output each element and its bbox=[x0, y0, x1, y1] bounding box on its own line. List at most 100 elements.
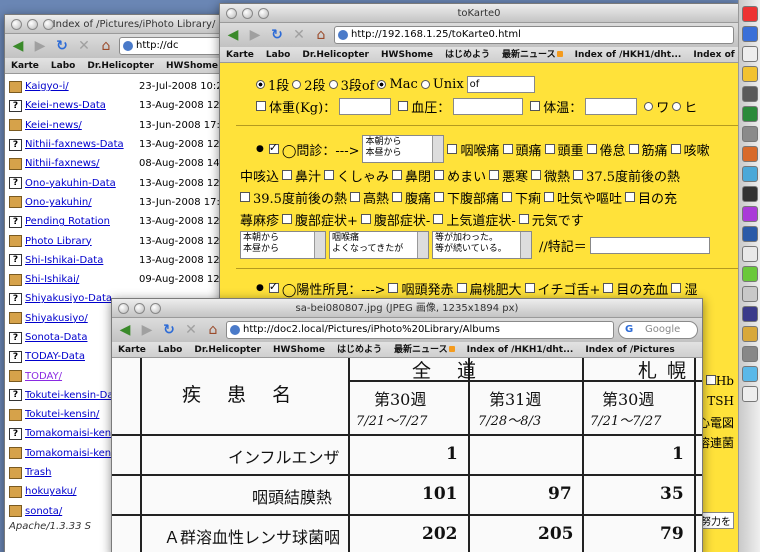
bookmark-item[interactable]: Index of /HKH1/dht... bbox=[467, 342, 574, 357]
reload-icon[interactable]: ↻ bbox=[53, 37, 71, 55]
forward-icon[interactable]: ▶ bbox=[31, 37, 49, 55]
directory-link[interactable]: Keiei-news-Data bbox=[25, 100, 137, 111]
dock-app-icon[interactable] bbox=[741, 206, 758, 222]
dock-app-icon[interactable] bbox=[741, 26, 758, 42]
bookmark-item[interactable]: 最新ニュース bbox=[502, 47, 563, 62]
minimize-button[interactable] bbox=[242, 8, 253, 19]
directory-link[interactable]: Nithii-faxnews/ bbox=[25, 158, 137, 169]
bookmark-item[interactable]: Labo bbox=[51, 58, 75, 73]
minimize-button[interactable] bbox=[134, 303, 145, 314]
directory-link[interactable]: Shi-Ishikai-Data bbox=[25, 255, 137, 266]
address-bar[interactable]: http://doc2.local/Pictures/iPhoto%20Libr… bbox=[226, 321, 614, 339]
findings-checkbox[interactable] bbox=[268, 280, 279, 293]
radio-mac[interactable] bbox=[377, 79, 387, 89]
dock-app-icon[interactable] bbox=[741, 166, 758, 182]
option-checkbox[interactable] bbox=[360, 214, 371, 224]
directory-link[interactable]: Kaigyo-i/ bbox=[25, 81, 137, 92]
option-checkbox[interactable] bbox=[524, 283, 535, 293]
dock-app-icon[interactable] bbox=[741, 186, 758, 202]
option-checkbox[interactable] bbox=[240, 192, 250, 202]
monshin-checkbox[interactable] bbox=[268, 141, 279, 154]
back-icon[interactable]: ◀ bbox=[9, 37, 27, 55]
option-checkbox[interactable] bbox=[586, 144, 597, 154]
dock-app-icon[interactable] bbox=[741, 246, 758, 262]
bookmark-item[interactable]: Index of /Pictures bbox=[585, 342, 674, 357]
reload-icon[interactable]: ↻ bbox=[268, 26, 286, 44]
bookmark-item[interactable]: HWShome bbox=[273, 342, 325, 357]
directory-link[interactable]: Photo Library bbox=[25, 236, 137, 247]
search-input[interactable]: Google bbox=[618, 321, 698, 339]
dock-app-icon[interactable] bbox=[741, 346, 758, 362]
option-checkbox[interactable] bbox=[388, 283, 399, 293]
zoom-button[interactable] bbox=[258, 8, 269, 19]
forward-icon[interactable]: ▶ bbox=[246, 26, 264, 44]
option-input[interactable]: of bbox=[466, 75, 535, 93]
directory-link[interactable]: Pending Rotation bbox=[25, 216, 137, 227]
bookmark-item[interactable]: はじめよう bbox=[337, 342, 382, 357]
hb-checkbox[interactable] bbox=[705, 375, 716, 385]
option-checkbox[interactable] bbox=[391, 192, 402, 202]
bookmark-item[interactable]: Dr.Helicopter bbox=[302, 47, 369, 62]
bookmark-item[interactable]: Karte bbox=[226, 47, 254, 62]
radio-1dan[interactable] bbox=[256, 79, 265, 89]
option-checkbox[interactable] bbox=[447, 144, 458, 154]
dock-app-icon[interactable] bbox=[741, 226, 758, 242]
reload-icon[interactable]: ↻ bbox=[160, 321, 178, 339]
option-checkbox[interactable] bbox=[544, 192, 555, 202]
bp-checkbox[interactable] bbox=[398, 101, 409, 111]
radio-2dan[interactable] bbox=[292, 79, 302, 89]
bookmark-item[interactable]: Karte bbox=[118, 342, 146, 357]
directory-link[interactable]: Shi-Ishikai/ bbox=[25, 274, 137, 285]
option-checkbox[interactable] bbox=[628, 144, 639, 154]
home-icon[interactable]: ⌂ bbox=[97, 37, 115, 55]
bookmark-item[interactable]: Index of /HKH1/dht... bbox=[575, 47, 682, 62]
bookmark-item[interactable]: Karte bbox=[11, 58, 39, 73]
radio-wa[interactable] bbox=[644, 101, 654, 111]
dock-app-icon[interactable] bbox=[741, 126, 758, 142]
back-icon[interactable]: ◀ bbox=[116, 321, 134, 339]
directory-link[interactable]: Nithii-faxnews-Data bbox=[25, 139, 137, 150]
option-checkbox[interactable] bbox=[433, 214, 444, 224]
option-checkbox[interactable] bbox=[670, 144, 681, 154]
weight-input[interactable] bbox=[339, 97, 392, 115]
close-button[interactable] bbox=[11, 19, 22, 30]
zoom-button[interactable] bbox=[43, 19, 54, 30]
bookmark-item[interactable]: HWShome bbox=[166, 58, 218, 73]
dock-app-icon[interactable] bbox=[741, 326, 758, 342]
option-checkbox[interactable] bbox=[671, 283, 682, 293]
dock-app-icon[interactable] bbox=[741, 286, 758, 302]
back-icon[interactable]: ◀ bbox=[224, 26, 242, 44]
minimize-button[interactable] bbox=[27, 19, 38, 30]
option-checkbox[interactable] bbox=[456, 283, 467, 293]
option-checkbox[interactable] bbox=[324, 170, 335, 180]
close-button[interactable] bbox=[226, 8, 237, 19]
dock-app-icon[interactable] bbox=[741, 306, 758, 322]
dock-app-icon[interactable] bbox=[741, 366, 758, 382]
bookmark-item[interactable]: Dr.Helicopter bbox=[87, 58, 154, 73]
option-checkbox[interactable] bbox=[282, 170, 293, 180]
dock-app-icon[interactable] bbox=[741, 46, 758, 62]
radio-hi[interactable] bbox=[672, 101, 682, 111]
bookmark-item[interactable]: はじめよう bbox=[445, 47, 490, 62]
option-checkbox[interactable] bbox=[433, 192, 444, 202]
option-checkbox[interactable] bbox=[531, 170, 542, 180]
option-checkbox[interactable] bbox=[518, 214, 529, 224]
symptom-select[interactable]: 咽喉痛 よくなってきたが bbox=[329, 231, 429, 259]
option-checkbox[interactable] bbox=[573, 170, 584, 180]
option-checkbox[interactable] bbox=[603, 283, 614, 293]
bookmark-item[interactable]: Index of /Pictures bbox=[693, 47, 738, 62]
dock-app-icon[interactable] bbox=[741, 146, 758, 162]
radio-unix[interactable] bbox=[420, 79, 430, 89]
option-checkbox[interactable] bbox=[625, 192, 636, 202]
option-checkbox[interactable] bbox=[502, 192, 512, 202]
stop-icon[interactable]: ✕ bbox=[290, 26, 308, 44]
zoom-button[interactable] bbox=[150, 303, 161, 314]
option-checkbox[interactable] bbox=[502, 144, 513, 154]
address-bar[interactable]: http://192.168.1.25/toKarte0.html bbox=[334, 26, 734, 44]
forward-icon[interactable]: ▶ bbox=[138, 321, 156, 339]
tokki-input[interactable] bbox=[589, 236, 710, 254]
home-icon[interactable]: ⌂ bbox=[204, 321, 222, 339]
directory-link[interactable]: Ono-yakuhin/ bbox=[25, 197, 137, 208]
monshin-time-select[interactable]: 本朝から 本昼から bbox=[362, 135, 445, 163]
temp-input[interactable] bbox=[585, 97, 638, 115]
